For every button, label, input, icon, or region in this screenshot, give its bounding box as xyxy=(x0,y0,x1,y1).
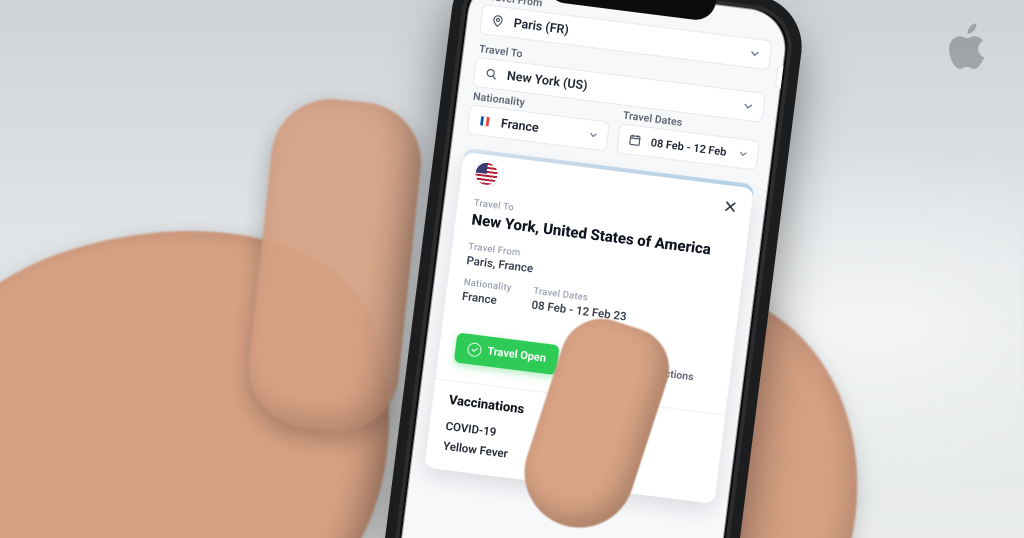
check-circle-icon xyxy=(467,342,483,358)
value-nationality: France xyxy=(500,116,540,136)
chevron-down-icon xyxy=(740,98,756,114)
chevron-down-icon xyxy=(587,128,600,141)
status-pill[interactable]: Travel Open xyxy=(454,332,560,375)
chevron-down-icon xyxy=(736,147,749,160)
value-travel-from: Paris (FR) xyxy=(513,16,570,38)
close-button[interactable] xyxy=(718,194,743,219)
location-pin-icon xyxy=(489,12,507,30)
status-label: Travel Open xyxy=(487,345,547,365)
value-travel-to: New York (US) xyxy=(506,68,588,93)
destination-flag-icon xyxy=(474,162,499,187)
result-dates: Travel Dates 08 Feb - 12 Feb 23 xyxy=(531,285,629,323)
chevron-down-icon xyxy=(747,46,763,62)
calendar-icon xyxy=(626,131,644,149)
search-icon xyxy=(482,65,500,83)
flag-icon xyxy=(476,112,494,130)
apple-logo-icon xyxy=(940,18,996,74)
value-travel-dates: 08 Feb - 12 Feb xyxy=(650,136,727,158)
result-nationality: Nationality France xyxy=(461,277,512,309)
close-icon xyxy=(721,198,739,216)
